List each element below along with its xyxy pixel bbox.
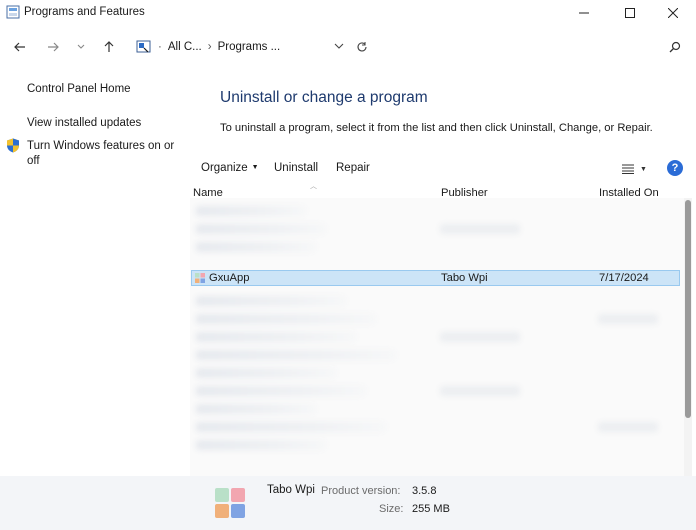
minimize-button[interactable] [561, 0, 607, 26]
scrollbar-thumb[interactable] [685, 200, 691, 418]
list-scrollbar[interactable] [684, 198, 692, 476]
address-dropdown-icon[interactable] [334, 39, 344, 53]
organize-button[interactable]: Organize ▼ [201, 162, 259, 174]
blurred-row [598, 422, 658, 432]
breadcrumb-programs[interactable]: Programs ... [218, 41, 281, 53]
refresh-icon [357, 42, 367, 52]
view-dropdown-icon: ▼ [640, 165, 647, 173]
selected-program-row[interactable]: GxuApp Tabo Wpi 7/17/2024 [191, 270, 680, 286]
help-button[interactable]: ? [667, 160, 683, 176]
instructions-text: To uninstall a program, select it from t… [220, 122, 653, 134]
blurred-row [598, 314, 658, 324]
recent-locations-button[interactable] [70, 36, 92, 58]
blurred-row [440, 386, 520, 396]
uninstall-button[interactable]: Uninstall [274, 162, 318, 174]
refresh-button[interactable] [351, 36, 373, 58]
blurred-row [196, 332, 356, 342]
repair-button[interactable]: Repair [336, 162, 370, 174]
blurred-row [196, 404, 316, 414]
details-pane: Tabo Wpi Product version: 3.5.8 Size: 25… [0, 476, 696, 530]
recent-locations-icon [77, 44, 85, 49]
blurred-row [196, 242, 316, 252]
window-title: Programs and Features [24, 6, 145, 18]
control-panel-icon [136, 40, 151, 53]
blurred-row [196, 314, 376, 324]
blurred-row [196, 386, 366, 396]
program-installed-on: 7/17/2024 [599, 272, 649, 284]
maximize-icon [625, 8, 635, 18]
details-view-icon [622, 164, 634, 174]
organize-caret-icon: ▼ [251, 164, 259, 171]
program-large-icon [215, 488, 245, 518]
breadcrumb[interactable]: · All C... › Programs ... [132, 36, 374, 58]
uac-shield-icon [7, 138, 19, 153]
details-publisher: Tabo Wpi [267, 484, 315, 496]
help-icon: ? [671, 162, 679, 174]
back-arrow-icon [14, 42, 25, 52]
product-version-value: 3.5.8 [412, 485, 437, 497]
program-name: GxuApp [209, 272, 250, 284]
search-icon [669, 41, 681, 53]
change-view-button[interactable]: ▼ [622, 162, 654, 176]
breadcrumb-separator: · [158, 41, 162, 53]
maximize-button[interactable] [607, 0, 653, 26]
size-label: Size: [379, 503, 404, 515]
program-icon [195, 273, 205, 283]
blurred-row [196, 440, 326, 450]
blurred-row [440, 332, 520, 342]
blurred-row [196, 368, 336, 378]
control-panel-home-link[interactable]: Control Panel Home [27, 82, 131, 97]
breadcrumb-chevron: › [207, 41, 212, 53]
program-publisher: Tabo Wpi [441, 272, 488, 284]
blurred-row [196, 350, 396, 360]
page-title: Uninstall or change a program [220, 89, 428, 106]
blurred-row [196, 224, 326, 234]
search-button[interactable] [664, 36, 686, 58]
blurred-row [196, 206, 306, 216]
view-installed-updates-link[interactable]: View installed updates [27, 116, 141, 131]
sort-ascending-icon: ︿ [310, 183, 317, 190]
size-value: 255 MB [412, 503, 450, 515]
forward-arrow-icon [48, 42, 59, 52]
close-icon [668, 8, 678, 18]
address-bar: · All C... › Programs ... [0, 28, 696, 66]
product-version-label: Product version: [321, 485, 401, 497]
minimize-icon [579, 12, 589, 14]
turn-windows-features-link[interactable]: Turn Windows features on or off [27, 139, 183, 169]
forward-button[interactable] [42, 36, 64, 58]
title-bar: Programs and Features [0, 0, 696, 28]
programs-features-icon [6, 5, 20, 19]
left-nav-pane: Control Panel Home View installed update… [0, 66, 188, 476]
blurred-row [196, 296, 346, 306]
program-list[interactable] [190, 198, 684, 476]
blurred-row [440, 224, 520, 234]
back-button[interactable] [9, 36, 31, 58]
breadcrumb-all-control-panel[interactable]: All C... [168, 41, 202, 53]
blurred-row [196, 422, 386, 432]
close-button[interactable] [650, 0, 696, 26]
up-button[interactable] [98, 36, 120, 58]
command-bar: Organize ▼ Uninstall Repair ▼ ? [190, 156, 690, 180]
up-arrow-icon [104, 41, 114, 52]
organize-label: Organize [201, 162, 248, 174]
